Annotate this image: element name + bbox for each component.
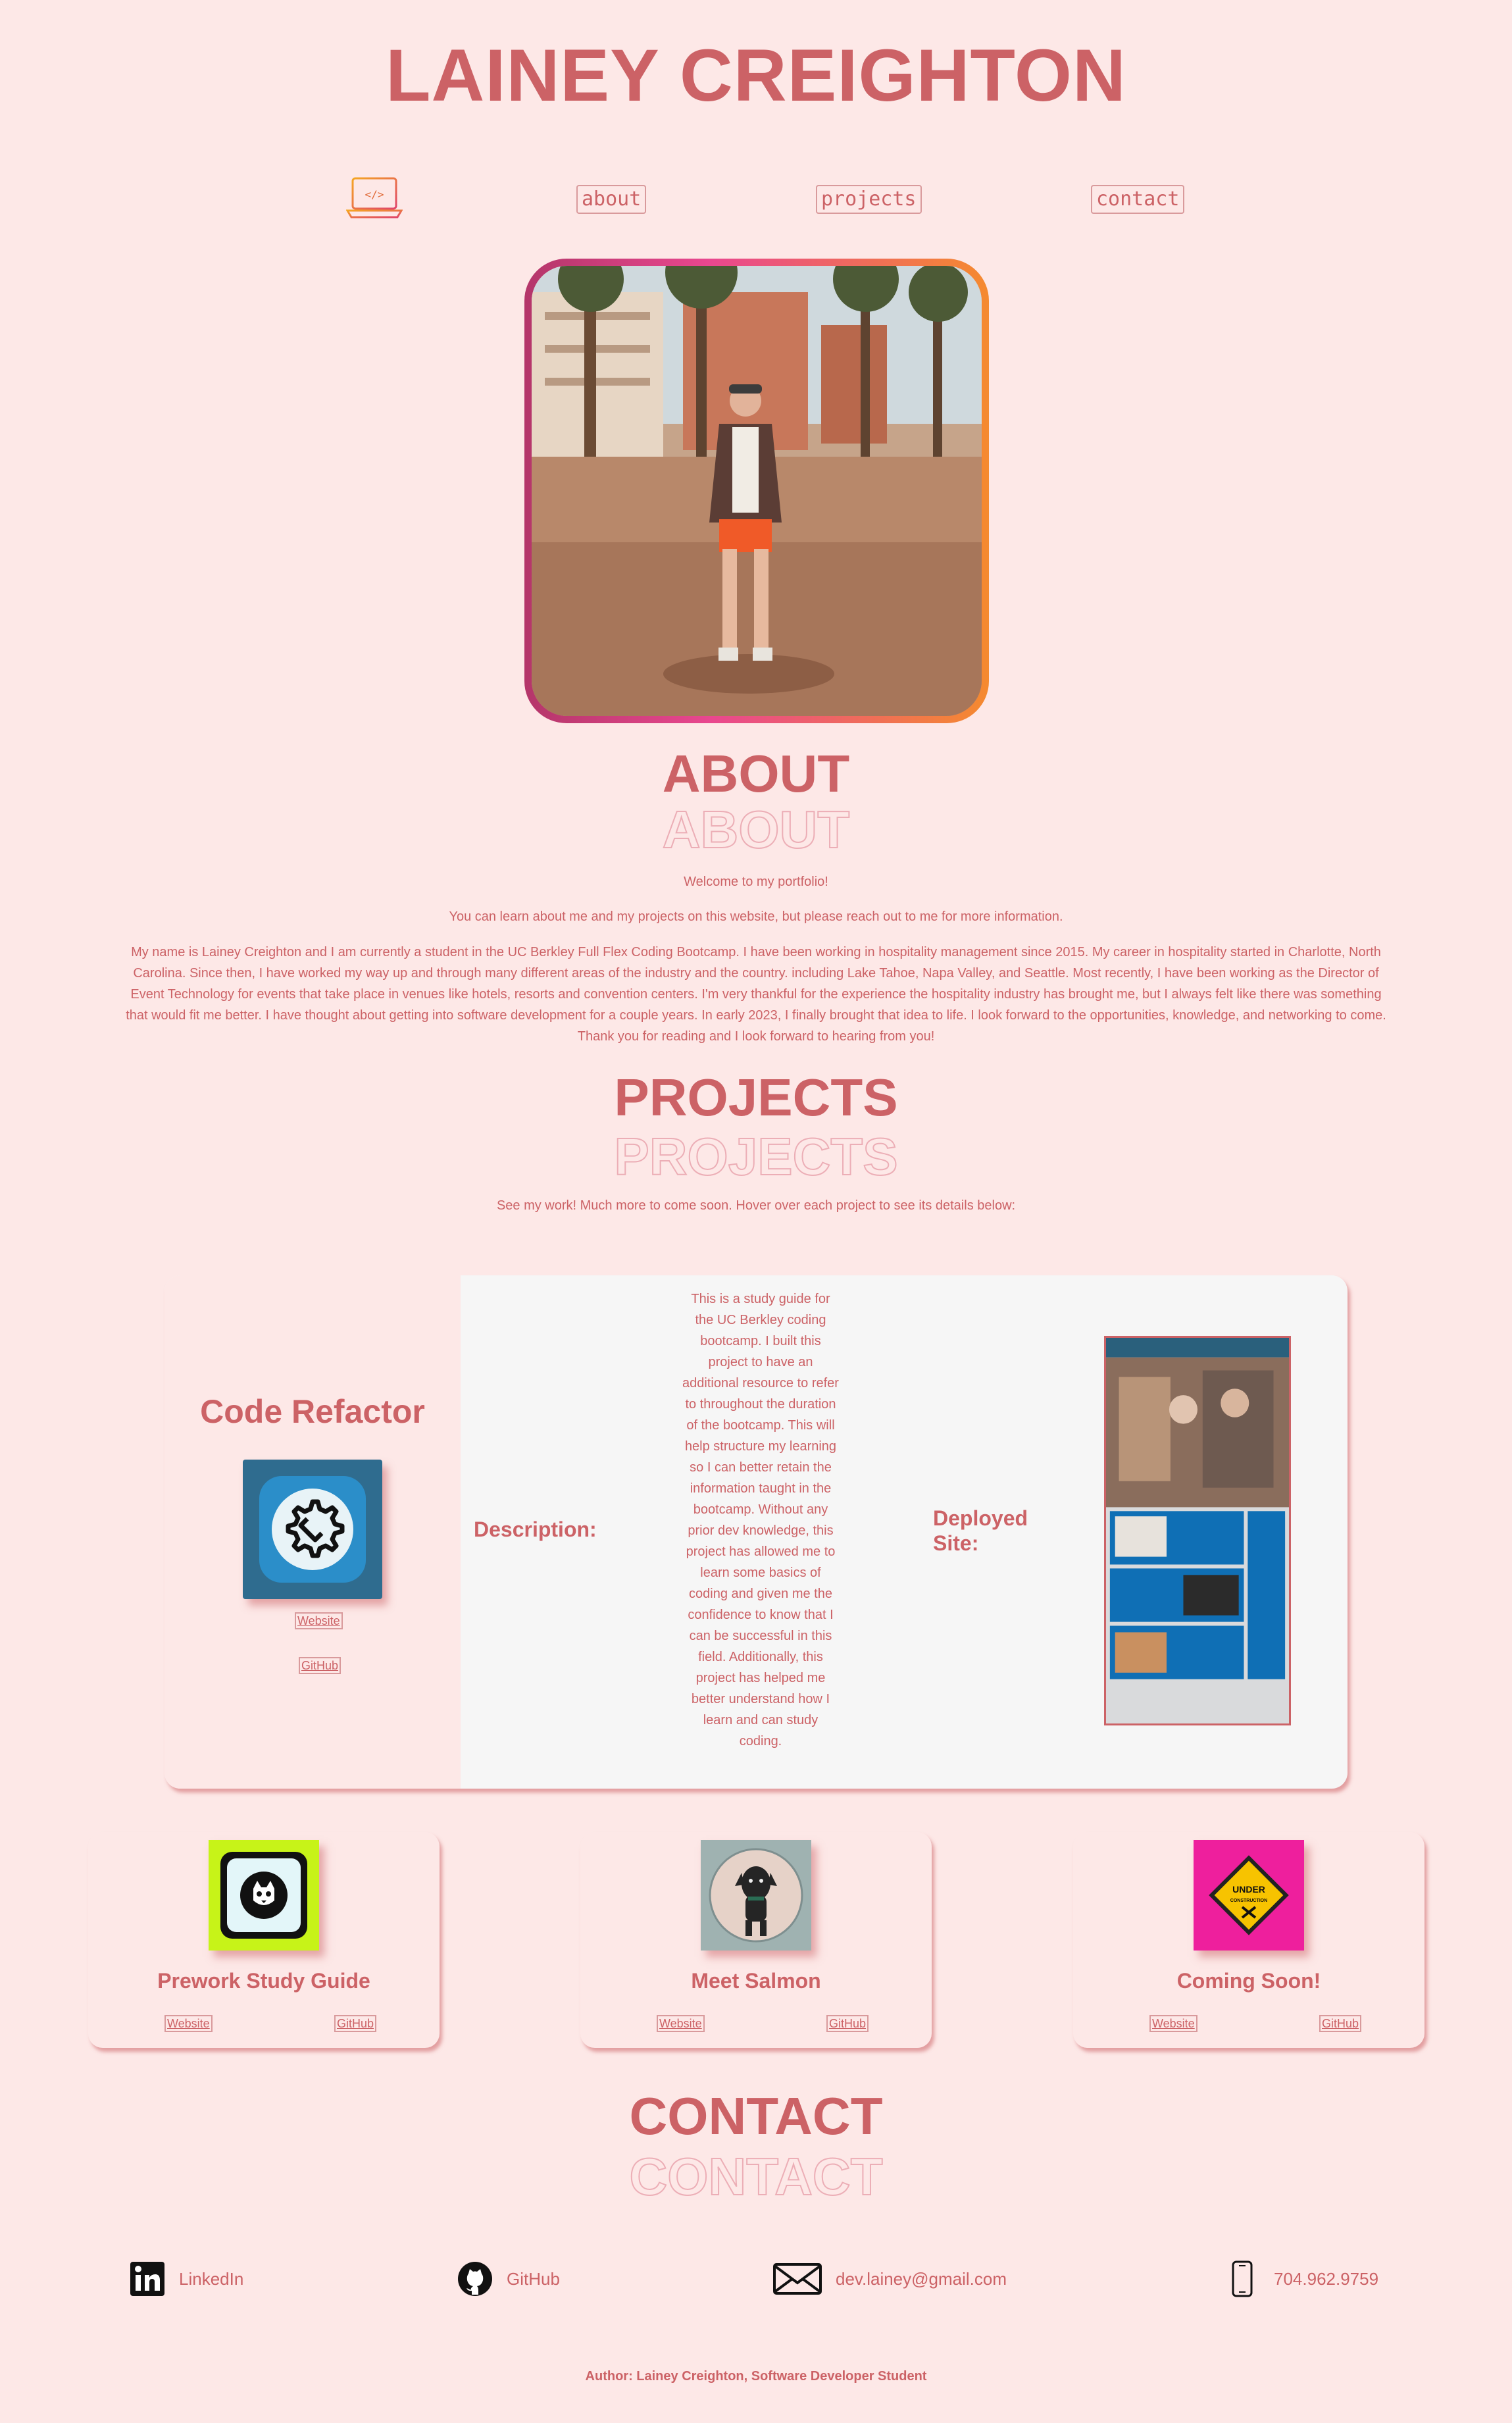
project-card-title: Prework Study Guide	[157, 1969, 370, 1993]
svg-text:CONSTRUCTION: CONSTRUCTION	[1230, 1899, 1267, 1903]
featured-project-title: Code Refactor	[200, 1393, 425, 1430]
phone-link[interactable]: 704.962.9759	[1224, 2258, 1378, 2299]
prework-github-link[interactable]: GitHub	[334, 2015, 377, 2032]
projects-intro: See my work! Much more to come soon. Hov…	[496, 1198, 1016, 1213]
linkedin-link[interactable]: LinkedIn	[129, 2258, 243, 2299]
github-label: GitHub	[507, 2268, 560, 2289]
salmon-github-link[interactable]: GitHub	[826, 2015, 869, 2032]
footer-author: Author: Lainey Creighton, Software Devel…	[585, 2369, 927, 2384]
github-link[interactable]: GitHub	[457, 2258, 560, 2299]
coming-soon-github-link[interactable]: GitHub	[1319, 2015, 1362, 2032]
cat-icon	[209, 1840, 319, 1951]
projects-heading: PROJECTS	[614, 1068, 898, 1127]
phone-icon	[1224, 2260, 1261, 2297]
phone-label: 704.962.9759	[1274, 2268, 1379, 2289]
project-card-title: Coming Soon!	[1176, 1969, 1321, 1993]
featured-github-link[interactable]: GitHub	[299, 1657, 341, 1674]
contact-heading: CONTACT	[629, 2087, 883, 2145]
description-text: This is a study guide for the UC Berkley…	[682, 1292, 839, 1748]
project-card-title: Meet Salmon	[691, 1969, 821, 1993]
salmon-website-link[interactable]: Website	[657, 2015, 705, 2032]
description-label: Description:	[474, 1518, 597, 1541]
email-label: dev.lainey@gmail.com	[836, 2268, 1007, 2289]
contact-links: LinkedIn GitHub dev.lainey@gmail.com 704…	[0, 2258, 1512, 2305]
about-welcome: Welcome to my portfolio!	[684, 875, 828, 889]
about-learn: You can learn about me and my projects o…	[449, 909, 1063, 924]
linkedin-label: LinkedIn	[179, 2268, 244, 2289]
linkedin-icon	[129, 2260, 166, 2297]
laptop-code-icon[interactable]: </>	[345, 176, 403, 220]
dog-photo-icon	[701, 1840, 811, 1951]
deployed-site-label: Deployed Site:	[933, 1506, 1028, 1555]
gear-wrench-icon	[243, 1460, 382, 1599]
about-heading: ABOUT	[662, 744, 850, 803]
main-nav: </> about projects contact	[0, 176, 1512, 222]
prework-website-link[interactable]: Website	[164, 2015, 213, 2032]
coming-soon-website-link[interactable]: Website	[1149, 2015, 1197, 2032]
deployed-site-screenshot[interactable]	[1104, 1336, 1291, 1725]
profile-photo-frame	[524, 259, 989, 723]
email-link[interactable]: dev.lainey@gmail.com	[772, 2258, 1007, 2299]
svg-text:UNDER: UNDER	[1232, 1884, 1265, 1895]
project-card-prework[interactable]: Prework Study Guide Website GitHub	[88, 1832, 440, 2048]
site-title: LAINEY CREIGHTON	[386, 34, 1126, 116]
featured-website-link[interactable]: Website	[295, 1612, 343, 1629]
projects-heading-outline: PROJECTS	[613, 1127, 898, 1186]
svg-text:</>: </>	[365, 188, 384, 201]
github-icon	[457, 2260, 493, 2297]
nav-projects-link[interactable]: projects	[816, 185, 922, 214]
project-card-coming-soon[interactable]: UNDER CONSTRUCTION Coming Soon! Website …	[1073, 1832, 1424, 2048]
project-card-salmon[interactable]: Meet Salmon Website GitHub	[580, 1832, 932, 2048]
about-heading-outline: ABOUT	[662, 800, 850, 859]
mail-icon	[772, 2260, 822, 2297]
about-bio: My name is Lainey Creighton and I am cur…	[126, 945, 1386, 1044]
nav-contact-link[interactable]: contact	[1091, 185, 1185, 214]
profile-photo	[532, 266, 982, 716]
contact-heading-outline: CONTACT	[628, 2147, 883, 2206]
under-construction-icon: UNDER CONSTRUCTION	[1194, 1840, 1304, 1951]
nav-about-link[interactable]: about	[576, 185, 647, 214]
featured-project-card[interactable]: Code Refactor Website GitHub Description…	[164, 1275, 1348, 1789]
